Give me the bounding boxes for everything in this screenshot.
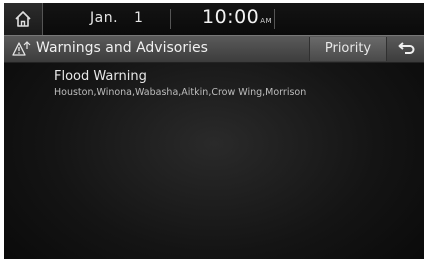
clock-divider-left bbox=[170, 9, 171, 29]
warning-icon bbox=[12, 41, 31, 56]
home-button[interactable] bbox=[4, 3, 43, 35]
clock-time: 10:00 bbox=[202, 6, 260, 28]
alert-list-item[interactable]: Flood Warning Houston,Winona,Wabasha,Ait… bbox=[54, 69, 306, 98]
back-button[interactable] bbox=[387, 37, 424, 61]
home-icon bbox=[15, 11, 31, 27]
clock-divider-right bbox=[274, 9, 275, 29]
alert-title: Flood Warning bbox=[54, 69, 147, 84]
head-unit-screen: Jan. 1 10:00AM Warnings and Advisories Pr… bbox=[4, 3, 424, 259]
status-bar: Jan. 1 10:00AM bbox=[4, 3, 424, 35]
date-day: 1 bbox=[134, 10, 144, 26]
priority-button[interactable]: Priority bbox=[309, 37, 387, 61]
alert-areas: Houston,Winona,Wabasha,Aitkin,Crow Wing,… bbox=[54, 87, 307, 98]
clock-ampm: AM bbox=[260, 17, 273, 25]
page-title: Warnings and Advisories bbox=[36, 40, 208, 56]
title-bar: Warnings and Advisories Priority bbox=[4, 35, 424, 63]
date-month: Jan. bbox=[90, 10, 119, 26]
back-icon bbox=[398, 42, 414, 54]
clock: 10:00AM bbox=[202, 6, 272, 28]
date-display: Jan. 1 bbox=[90, 10, 143, 26]
